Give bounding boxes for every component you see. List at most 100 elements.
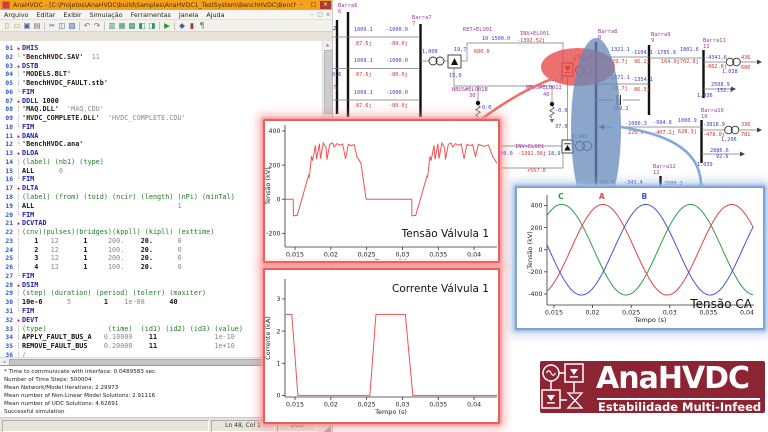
toolbar-separator bbox=[79, 22, 80, 30]
menu-ajuda[interactable]: Ajuda bbox=[202, 11, 228, 19]
svg-text:0,02: 0,02 bbox=[324, 402, 338, 409]
menu-editar[interactable]: Editar bbox=[32, 11, 59, 19]
diagram-label: 2886.6 bbox=[710, 148, 729, 154]
diagram-label: 1000.9 bbox=[678, 118, 697, 124]
svg-text:0,035: 0,035 bbox=[429, 402, 447, 409]
diagram-label: 164.9j bbox=[661, 59, 680, 65]
view-blocks-icon[interactable]: ▩ bbox=[127, 21, 137, 31]
scroll-up-icon[interactable]: ▲ bbox=[323, 41, 332, 49]
find-icon[interactable]: ◆ bbox=[177, 21, 187, 31]
diagram-label: -1104.1 bbox=[631, 50, 653, 56]
diagram-label: 616,5 bbox=[577, 54, 593, 60]
diagram-label: INV+ELO01 bbox=[520, 31, 549, 37]
diagram-label: Barra9 bbox=[651, 32, 670, 38]
svg-text:400: 400 bbox=[530, 203, 542, 210]
diagram-label: NBUS#ELO01B bbox=[452, 87, 488, 93]
menu-arquivo[interactable]: Arquivo bbox=[0, 11, 32, 19]
mdi-minimize-icon[interactable]: – bbox=[308, 12, 316, 18]
diagram-label: -29.7j bbox=[609, 86, 628, 92]
svg-text:0,015: 0,015 bbox=[545, 310, 563, 317]
diagram-label: 1801.6 bbox=[680, 47, 699, 53]
diagram-label: 18,9 bbox=[548, 151, 561, 157]
diagram-label: 9 bbox=[651, 38, 654, 44]
svg-text:C: C bbox=[558, 192, 564, 201]
transformer-hourglass-icon bbox=[568, 393, 582, 408]
vscroll-thumb[interactable] bbox=[324, 50, 333, 114]
svg-text:0: 0 bbox=[276, 393, 280, 400]
svg-text:Corrente Válvula 1: Corrente Válvula 1 bbox=[392, 283, 489, 295]
diagram-label: 1009.1 bbox=[354, 27, 373, 33]
svg-text:0,015: 0,015 bbox=[286, 252, 304, 259]
new-file-icon[interactable]: ▯ bbox=[2, 21, 12, 31]
diagram-label: 7 bbox=[412, 21, 415, 27]
diagram-label: 702.8j bbox=[680, 59, 699, 65]
save-icon[interactable]: ▣ bbox=[22, 21, 32, 31]
diagram-label: 336 bbox=[741, 122, 750, 128]
print-icon[interactable]: ▤ bbox=[32, 21, 42, 31]
diagram-label: 17,0 bbox=[551, 77, 564, 83]
diagram-label: -1392.56j bbox=[518, 151, 546, 157]
diagram-label: 40 bbox=[543, 92, 550, 98]
svg-text:-200: -200 bbox=[266, 231, 280, 238]
undo-icon[interactable]: ↶ bbox=[82, 21, 92, 31]
diagram-label: -4341.6 bbox=[705, 55, 727, 61]
valve-current-chart-window[interactable]: 01230,0150,020,0250,030,0350,04Corrente … bbox=[263, 268, 500, 424]
logo-title: AnaHVDC bbox=[596, 362, 749, 396]
diagram-label: 152.9 bbox=[717, 88, 733, 94]
diagram-label: 1371.1 bbox=[611, 75, 630, 81]
load-arrowheads bbox=[599, 60, 762, 191]
diagram-label: INV+ELO01 bbox=[515, 144, 544, 150]
mdi-close-icon[interactable]: × bbox=[324, 12, 332, 18]
valve-voltage-chart-window[interactable]: -20002004000,0150,020,0250,030,0350,04Te… bbox=[263, 119, 500, 263]
view-grid-icon[interactable]: ▥ bbox=[107, 21, 117, 31]
svg-text:0,025: 0,025 bbox=[358, 402, 376, 409]
diagram-label: -0.0 bbox=[555, 108, 568, 114]
svg-text:0,02: 0,02 bbox=[586, 310, 600, 317]
svg-text:Tempo (s): Tempo (s) bbox=[374, 408, 407, 416]
menu-simulac-a-o[interactable]: Simulação bbox=[85, 11, 126, 19]
run-simulation-icon[interactable]: ▶ bbox=[162, 21, 172, 31]
fold-left-icon[interactable]: ◧ bbox=[137, 21, 147, 31]
title-bar[interactable]: AnaHVDC - [C:\Projetos\AnaHVDC\build\Sam… bbox=[0, 0, 332, 10]
svg-text:B: B bbox=[641, 192, 647, 201]
diagram-label: 8 bbox=[598, 35, 601, 41]
svg-text:Tensão CA: Tensão CA bbox=[689, 297, 752, 311]
diagram-label: 92.6 bbox=[716, 154, 729, 160]
diagram-label: 86.3j bbox=[634, 87, 650, 93]
diagram-label: 37.0 bbox=[555, 124, 568, 130]
paste-icon[interactable]: ▧ bbox=[67, 21, 77, 31]
svg-text:0,02: 0,02 bbox=[324, 252, 338, 259]
menu-ferramentas[interactable]: Ferramentas bbox=[127, 11, 175, 19]
bookmark-icon[interactable]: ▮ bbox=[187, 21, 197, 31]
diagram-label: 1.206 bbox=[721, 137, 737, 143]
diagram-label: -80.0j bbox=[389, 72, 408, 78]
help-icon[interactable]: ¶ bbox=[197, 21, 207, 31]
menu-janela[interactable]: Janela bbox=[175, 11, 202, 19]
svg-text:0: 0 bbox=[538, 247, 542, 254]
toolbar-separator bbox=[159, 22, 160, 30]
redo-icon[interactable]: ↷ bbox=[92, 21, 102, 31]
mdi-restore-icon[interactable]: □ bbox=[316, 12, 324, 18]
capacitor-icon bbox=[617, 95, 621, 105]
ground-resistors bbox=[476, 105, 554, 118]
diagram-label: 12 bbox=[653, 170, 660, 176]
ac-voltage-chart-window[interactable]: -400-20002004000,0150,020,0250,030,0350,… bbox=[515, 186, 765, 330]
diagram-label: RET+ELO01 bbox=[463, 27, 492, 33]
minimize-icon[interactable]: – bbox=[296, 1, 307, 9]
cut-icon[interactable]: ✂ bbox=[47, 21, 57, 31]
maximize-icon[interactable]: □ bbox=[308, 1, 319, 9]
copy-icon[interactable]: ◫ bbox=[57, 21, 67, 31]
valve-voltage-chart: -20002004000,0150,020,0250,030,0350,04Te… bbox=[265, 121, 497, 260]
diagram-label: 96.1j bbox=[634, 59, 650, 65]
diagram-label: Barra6 bbox=[338, 3, 357, 9]
fold-right-icon[interactable]: ◨ bbox=[147, 21, 157, 31]
diagram-label: 87.6j bbox=[356, 103, 372, 109]
diagram-label: 10 1500.0 bbox=[482, 36, 510, 42]
resize-grip[interactable] bbox=[324, 425, 331, 432]
view-list-icon[interactable]: ▦ bbox=[117, 21, 127, 31]
menu-exibir[interactable]: Exibir bbox=[59, 11, 85, 19]
open-file-icon[interactable]: ▭ bbox=[12, 21, 22, 31]
diagram-label: 600.0 bbox=[474, 49, 490, 55]
diagram-label: 1.039 bbox=[697, 162, 713, 168]
close-icon[interactable]: × bbox=[320, 1, 331, 9]
